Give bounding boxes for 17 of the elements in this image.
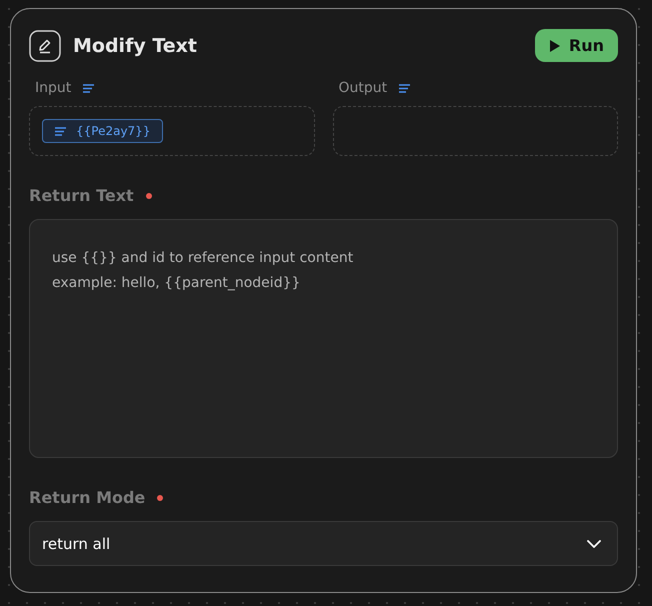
chevron-down-icon bbox=[587, 540, 601, 548]
mode-dropdown[interactable]: return all bbox=[29, 521, 618, 566]
pencil-icon bbox=[29, 30, 61, 62]
section-label: Output bbox=[338, 80, 388, 96]
run-button[interactable]: Run bbox=[534, 29, 618, 62]
lines-icon bbox=[399, 84, 410, 92]
lines-icon bbox=[55, 126, 66, 136]
field-label: Return Text bbox=[29, 186, 134, 205]
play-icon bbox=[548, 38, 561, 52]
text-area[interactable]: use {{}} and id to reference input content example: hello, {{parent_nodeid}} bbox=[29, 219, 618, 458]
drop-area[interactable]: {{Pe2ay7}} bbox=[29, 106, 314, 156]
drop-area[interactable] bbox=[332, 106, 618, 156]
node-title: Modify Text bbox=[73, 34, 198, 56]
field-label: Return Mode bbox=[29, 488, 146, 507]
section-label: Input bbox=[35, 80, 72, 96]
variable-tag[interactable]: {{Pe2ay7}} bbox=[42, 119, 164, 143]
lines-icon bbox=[83, 84, 94, 92]
